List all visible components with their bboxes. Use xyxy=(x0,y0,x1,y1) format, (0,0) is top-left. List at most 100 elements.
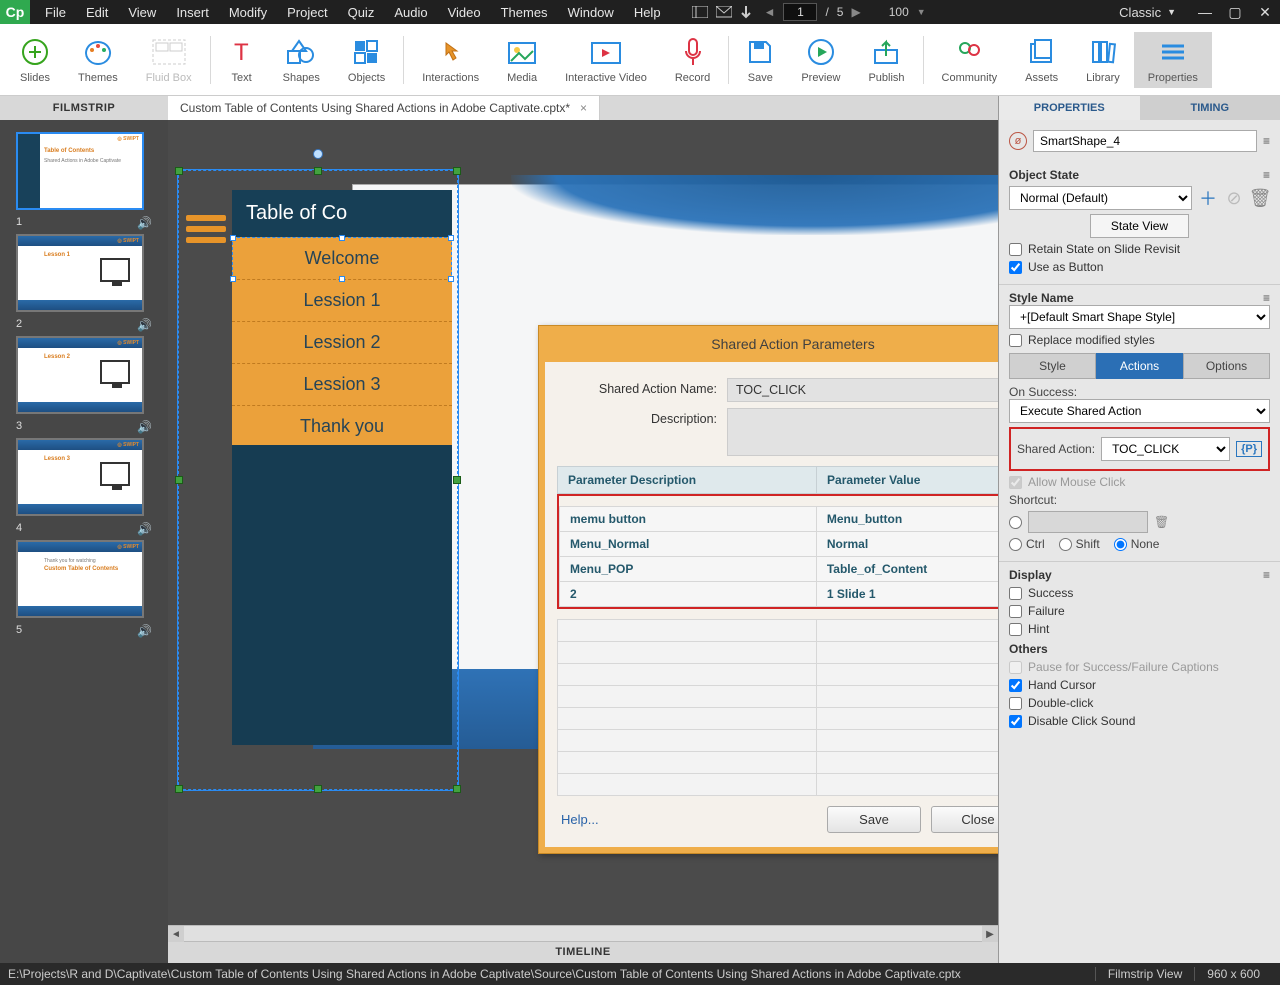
ribbon-community[interactable]: Community xyxy=(928,32,1012,88)
shortcut-input[interactable] xyxy=(1028,511,1148,533)
menu-project[interactable]: Project xyxy=(278,1,336,24)
menu-audio[interactable]: Audio xyxy=(385,1,436,24)
action-name-field[interactable]: TOC_CLICK xyxy=(727,378,998,402)
stage[interactable]: BA Table of Co Welcome xyxy=(168,120,998,925)
panel-menu-icon[interactable]: ≡ xyxy=(1263,134,1270,148)
resize-handle[interactable] xyxy=(175,167,183,175)
ribbon-text[interactable]: TText xyxy=(215,32,269,88)
dialog-close-button[interactable]: Close xyxy=(931,806,998,833)
menu-help[interactable]: Help xyxy=(625,1,670,24)
thumb-4[interactable]: ◎ SWIPTLesson 3 4🔊 xyxy=(6,438,162,534)
ribbon-save[interactable]: Save xyxy=(733,32,787,88)
state-select[interactable]: Normal (Default) xyxy=(1009,186,1192,210)
trash-icon[interactable]: 🗑 xyxy=(1250,188,1270,208)
description-field[interactable] xyxy=(727,408,998,456)
hamburger-shape[interactable] xyxy=(186,210,226,248)
disable-sound-checkbox[interactable]: Disable Click Sound xyxy=(1009,714,1270,728)
window-minimize-button[interactable]: — xyxy=(1190,0,1220,24)
menu-quiz[interactable]: Quiz xyxy=(339,1,384,24)
document-tab[interactable]: Custom Table of Contents Using Shared Ac… xyxy=(168,96,600,120)
ribbon-interactions[interactable]: Interactions xyxy=(408,32,493,88)
tab-timing[interactable]: TIMING xyxy=(1140,96,1280,120)
toc-item-welcome[interactable]: Welcome xyxy=(232,237,452,280)
tab-properties[interactable]: PROPERTIES xyxy=(999,96,1140,120)
object-name-input[interactable] xyxy=(1033,130,1257,152)
menu-themes[interactable]: Themes xyxy=(492,1,557,24)
ctrl-radio[interactable]: Ctrl xyxy=(1009,537,1045,551)
menu-file[interactable]: File xyxy=(36,1,75,24)
panel-menu-icon[interactable]: ≡ xyxy=(1263,568,1270,582)
resize-handle[interactable] xyxy=(175,476,183,484)
stage-scrollbar[interactable]: ◄ ▶ xyxy=(168,925,998,941)
style-select[interactable]: +[Default Smart Shape Style] xyxy=(1009,305,1270,329)
download-icon[interactable] xyxy=(740,6,756,18)
window-close-button[interactable]: ✕ xyxy=(1250,0,1280,24)
col-description[interactable]: Parameter Description xyxy=(558,467,817,494)
ribbon-record[interactable]: Record xyxy=(661,32,724,88)
hand-cursor-checkbox[interactable]: Hand Cursor xyxy=(1009,678,1270,692)
shortcut-radio[interactable] xyxy=(1009,516,1022,529)
subtab-actions[interactable]: Actions xyxy=(1096,353,1183,379)
ribbon-objects[interactable]: Objects xyxy=(334,32,399,88)
menu-modify[interactable]: Modify xyxy=(220,1,276,24)
resize-handle[interactable] xyxy=(314,785,322,793)
rotate-handle[interactable] xyxy=(313,149,323,159)
resize-handle[interactable] xyxy=(314,167,322,175)
param-row[interactable]: Menu_NormalNormal xyxy=(560,532,999,557)
param-row[interactable]: 21 Slide 1 xyxy=(560,582,999,607)
panel-menu-icon[interactable]: ≡ xyxy=(1263,168,1270,182)
hint-checkbox[interactable]: Hint xyxy=(1009,622,1270,636)
trash-icon[interactable]: 🗑 xyxy=(1154,515,1169,529)
window-maximize-button[interactable]: ▢ xyxy=(1220,0,1250,24)
thumb-3[interactable]: ◎ SWIPTLesson 2 3🔊 xyxy=(6,336,162,432)
tab-close-icon[interactable]: × xyxy=(580,101,587,115)
toc-shape[interactable]: Table of Co Welcome Lession 1 Lession 2 … xyxy=(232,190,452,448)
resize-handle[interactable] xyxy=(453,167,461,175)
on-success-select[interactable]: Execute Shared Action xyxy=(1009,399,1270,423)
scroll-left-icon[interactable]: ◄ xyxy=(168,926,184,942)
ribbon-themes[interactable]: Themes xyxy=(64,32,132,88)
resize-handle[interactable] xyxy=(453,476,461,484)
menu-edit[interactable]: Edit xyxy=(77,1,117,24)
menu-video[interactable]: Video xyxy=(439,1,490,24)
subtab-style[interactable]: Style xyxy=(1009,353,1096,379)
scroll-right-icon[interactable]: ▶ xyxy=(982,926,998,942)
param-row[interactable]: Menu_POPTable_of_Content xyxy=(560,557,999,582)
ribbon-properties[interactable]: Properties xyxy=(1134,32,1212,88)
timeline-header[interactable]: TIMELINE xyxy=(168,941,998,963)
zoom-value[interactable]: 100 xyxy=(889,5,909,19)
ribbon-shapes[interactable]: Shapes xyxy=(269,32,334,88)
toc-item[interactable]: Lession 1 xyxy=(232,280,452,322)
retain-state-checkbox[interactable]: Retain State on Slide Revisit xyxy=(1009,242,1270,256)
thumb-2[interactable]: ◎ SWIPTLesson 1 2🔊 xyxy=(6,234,162,330)
zoom-dropdown-icon[interactable]: ▼ xyxy=(917,7,926,17)
toc-item[interactable]: Thank you xyxy=(232,406,452,448)
param-row[interactable]: memu buttonMenu_button xyxy=(560,507,999,532)
page-number-input[interactable]: 1 xyxy=(783,3,817,21)
prev-page-icon[interactable]: ◄ xyxy=(764,5,776,19)
ribbon-ivideo[interactable]: Interactive Video xyxy=(551,32,661,88)
ribbon-assets[interactable]: Assets xyxy=(1011,32,1072,88)
toc-item[interactable]: Lession 2 xyxy=(232,322,452,364)
ribbon-library[interactable]: Library xyxy=(1072,32,1134,88)
success-checkbox[interactable]: Success xyxy=(1009,586,1270,600)
use-as-button-checkbox[interactable]: Use as Button xyxy=(1009,260,1270,274)
resize-handle[interactable] xyxy=(175,785,183,793)
help-link[interactable]: Help... xyxy=(561,812,599,827)
menu-window[interactable]: Window xyxy=(559,1,623,24)
double-click-checkbox[interactable]: Double-click xyxy=(1009,696,1270,710)
ribbon-publish[interactable]: Publish xyxy=(854,32,918,88)
resize-handle[interactable] xyxy=(453,785,461,793)
ribbon-preview[interactable]: Preview xyxy=(787,32,854,88)
ribbon-slides[interactable]: Slides xyxy=(6,32,64,88)
state-view-button[interactable]: State View xyxy=(1090,214,1189,238)
visibility-icon[interactable]: ø xyxy=(1009,132,1027,150)
thumb-1[interactable]: ◎ SWIPTTable of ContentsShared Actions i… xyxy=(6,132,162,228)
shift-radio[interactable]: Shift xyxy=(1059,537,1100,551)
replace-styles-checkbox[interactable]: Replace modified styles xyxy=(1009,333,1270,347)
filmstrip-thumbs[interactable]: ◎ SWIPTTable of ContentsShared Actions i… xyxy=(0,120,168,963)
menu-insert[interactable]: Insert xyxy=(167,1,218,24)
toc-item[interactable]: Lession 3 xyxy=(232,364,452,406)
mail-icon[interactable] xyxy=(716,6,732,18)
col-value[interactable]: Parameter Value xyxy=(817,467,998,494)
